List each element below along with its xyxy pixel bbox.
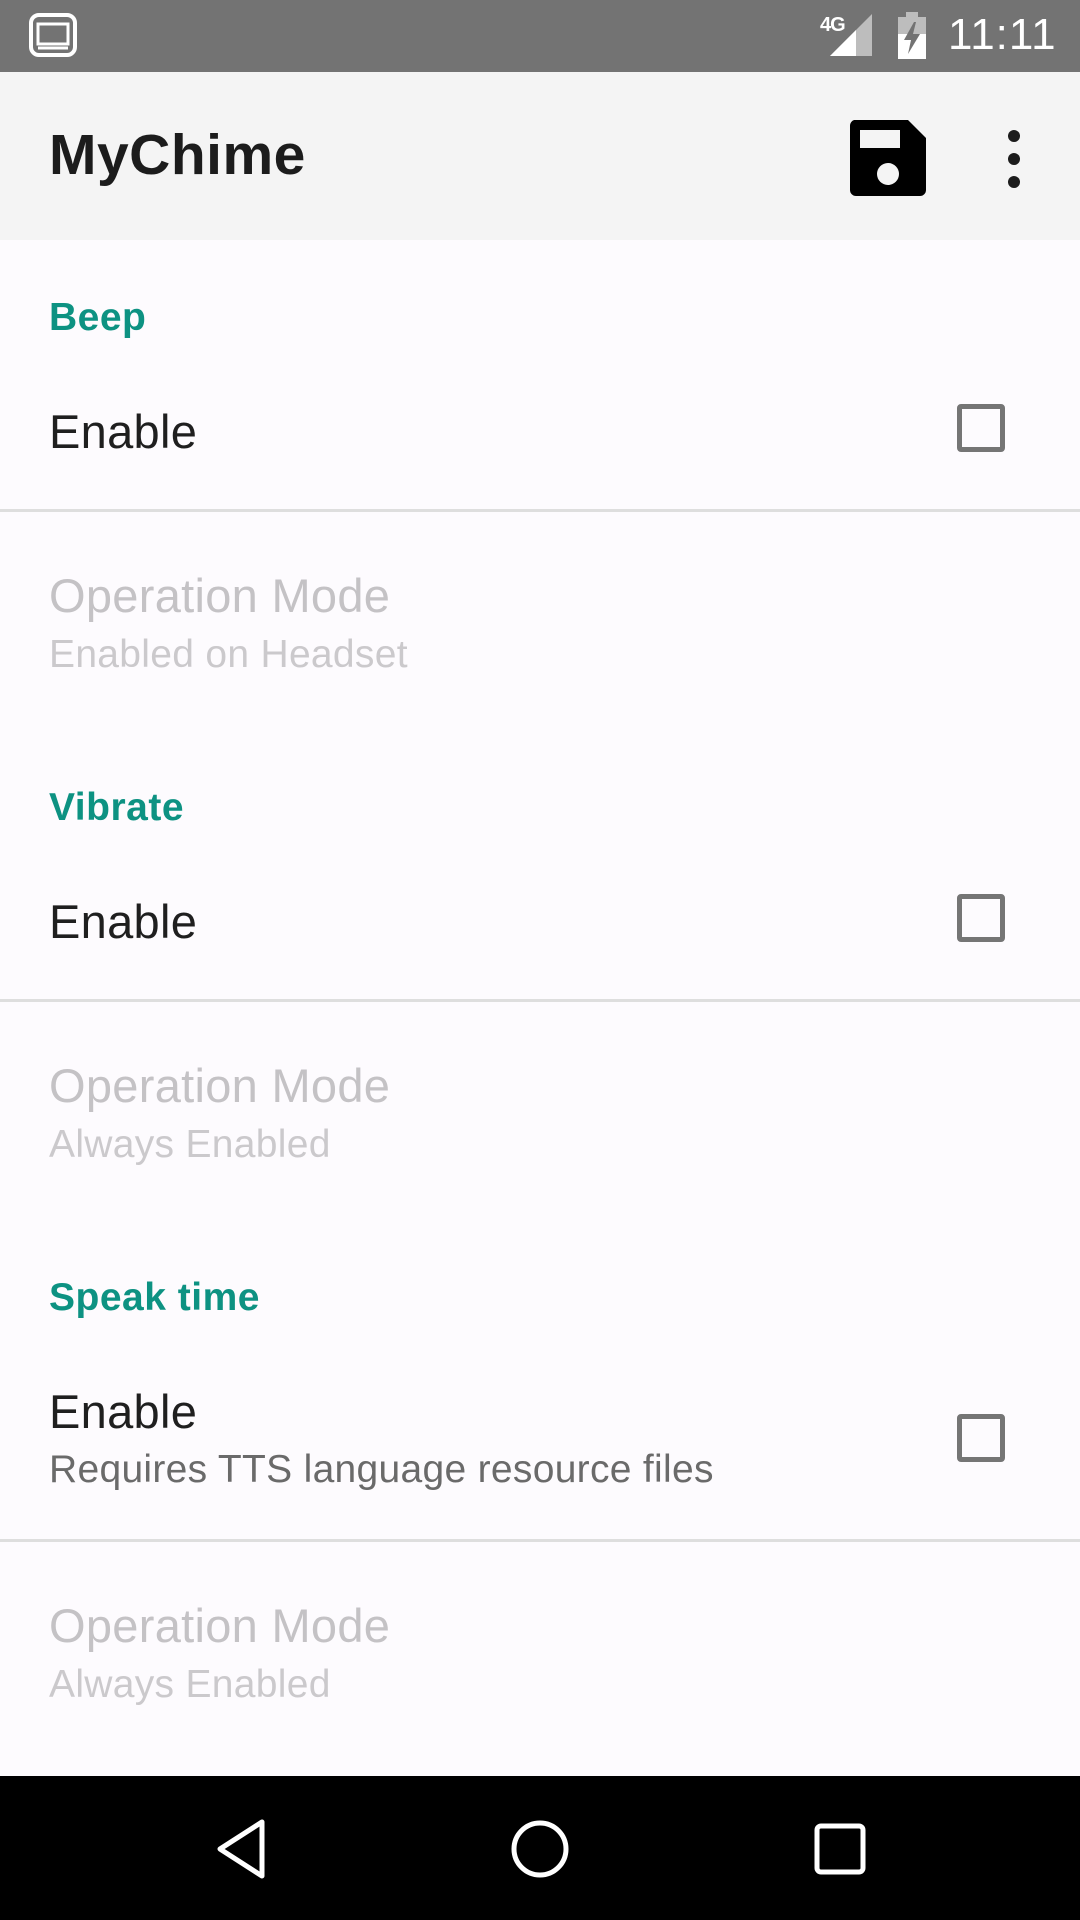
- status-bar: 4G 11:11: [0, 0, 1080, 72]
- category-vibrate: Vibrate: [0, 730, 1080, 852]
- vibrate-enable-checkbox[interactable]: [957, 894, 1005, 942]
- network-type-label: 4G: [820, 14, 846, 36]
- pref-title: Operation Mode: [49, 1599, 391, 1652]
- battery-charging-icon: [898, 12, 926, 59]
- preferences-list: Beep Enable Operation Mode Enabled on He…: [0, 240, 1080, 1760]
- category-label: Beep: [49, 296, 147, 339]
- recents-square-icon: [814, 1823, 866, 1875]
- pref-title: Enable: [49, 1385, 198, 1438]
- app-bar: MyChime: [0, 72, 1080, 240]
- category-beep: Beep: [0, 240, 1080, 362]
- pref-speak-time-operation-mode: Operation Mode Always Enabled: [0, 1542, 1080, 1760]
- recents-button[interactable]: [805, 1814, 875, 1884]
- pref-title: Enable: [49, 895, 198, 948]
- pref-vibrate-enable[interactable]: Enable: [0, 852, 1080, 999]
- pref-beep-operation-mode: Operation Mode Enabled on Headset: [0, 512, 1080, 730]
- save-floppy-icon: [849, 120, 926, 196]
- pref-summary: Always Enabled: [49, 1123, 331, 1166]
- pref-title: Enable: [49, 405, 198, 458]
- back-button[interactable]: [206, 1814, 276, 1884]
- home-circle-icon: [511, 1820, 569, 1878]
- navigation-bar: [0, 1776, 1080, 1920]
- clock: 11:11: [948, 10, 1057, 59]
- screen: 4G 11:11 MyChime Beep Enable Operation M…: [0, 0, 1080, 1920]
- pref-beep-enable[interactable]: Enable: [0, 362, 1080, 509]
- pref-summary: Requires TTS language resource files: [49, 1448, 714, 1491]
- more-vert-icon: [1008, 130, 1020, 188]
- home-button[interactable]: [505, 1814, 575, 1884]
- pref-summary: Always Enabled: [49, 1663, 331, 1706]
- app-title: MyChime: [49, 123, 306, 187]
- beep-enable-checkbox[interactable]: [957, 404, 1005, 452]
- pref-title: Operation Mode: [49, 1059, 391, 1112]
- save-button[interactable]: [846, 116, 930, 200]
- pref-title: Operation Mode: [49, 569, 391, 622]
- category-label: Speak time: [49, 1276, 260, 1319]
- speak-time-enable-checkbox[interactable]: [957, 1414, 1005, 1462]
- overflow-menu-button[interactable]: [990, 124, 1038, 194]
- pref-summary: Enabled on Headset: [49, 633, 408, 676]
- back-triangle-icon: [217, 1819, 265, 1879]
- app-notification-icon: [29, 13, 77, 57]
- pref-vibrate-operation-mode: Operation Mode Always Enabled: [0, 1002, 1080, 1220]
- category-label: Vibrate: [49, 786, 185, 829]
- pref-speak-time-enable[interactable]: Enable Requires TTS language resource fi…: [0, 1342, 1080, 1539]
- category-speak-time: Speak time: [0, 1220, 1080, 1342]
